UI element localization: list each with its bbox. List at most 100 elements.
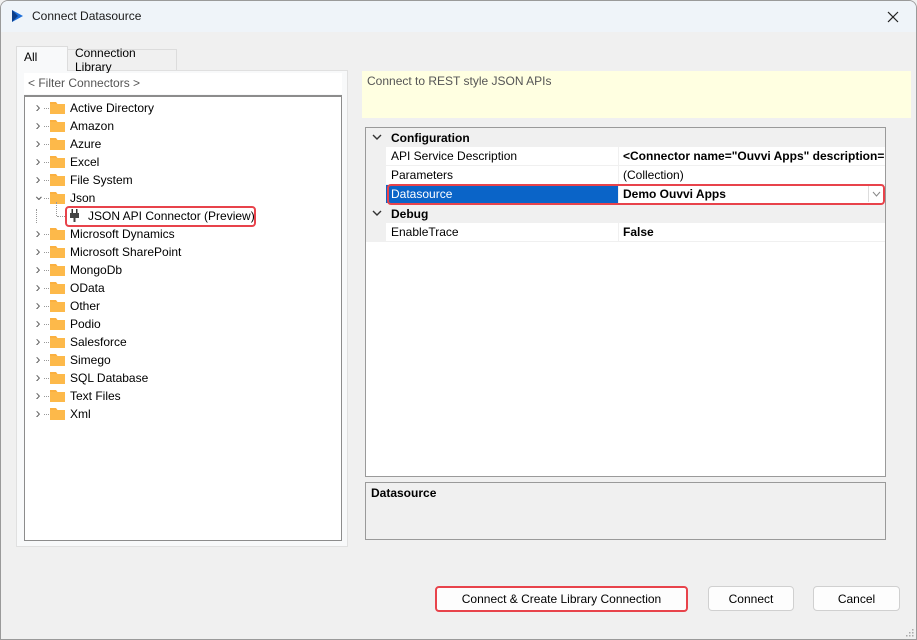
- chevron-right-icon[interactable]: ›: [33, 352, 43, 367]
- chevron-right-icon[interactable]: ›: [33, 334, 43, 349]
- property-name: EnableTrace: [386, 223, 618, 242]
- chevron-right-icon[interactable]: ›: [33, 280, 43, 295]
- property-grid[interactable]: Configuration API Service Description <C…: [365, 127, 886, 477]
- tree-item-label: Json: [70, 191, 96, 205]
- chevron-right-icon[interactable]: ›: [33, 226, 43, 241]
- category-label: Configuration: [391, 130, 470, 145]
- connector-description: Connect to REST style JSON APIs: [362, 71, 911, 118]
- chevron-right-icon[interactable]: ›: [33, 172, 43, 187]
- folder-icon: [50, 390, 65, 402]
- tree-item-label: Xml: [70, 407, 91, 421]
- chevron-right-icon[interactable]: ›: [33, 406, 43, 421]
- tree-item[interactable]: › OData: [25, 279, 341, 297]
- tree-item-label: Podio: [70, 317, 101, 331]
- property-row-parameters[interactable]: Parameters (Collection): [366, 166, 885, 185]
- connect-create-library-button[interactable]: Connect & Create Library Connection: [435, 586, 688, 612]
- property-name: Parameters: [386, 166, 618, 185]
- tree-item[interactable]: › Xml: [25, 405, 341, 423]
- chevron-right-icon[interactable]: ›: [33, 136, 43, 151]
- play-logo-icon: [12, 10, 23, 22]
- tree-item[interactable]: › Excel: [25, 153, 341, 171]
- folder-icon: [50, 102, 65, 114]
- property-row-api-service-description[interactable]: API Service Description <Connector name=…: [366, 147, 885, 166]
- tree-item[interactable]: › Microsoft SharePoint: [25, 243, 341, 261]
- tree-item-label: Simego: [70, 353, 111, 367]
- tree-item[interactable]: › Simego: [25, 351, 341, 369]
- property-value[interactable]: False: [618, 223, 885, 242]
- tree-item[interactable]: › Azure: [25, 135, 341, 153]
- tab-all[interactable]: All: [16, 46, 68, 71]
- connect-button[interactable]: Connect: [708, 586, 794, 611]
- property-name: API Service Description: [386, 147, 618, 166]
- tree-item[interactable]: › Active Directory: [25, 99, 341, 117]
- tree-item[interactable]: › SQL Database: [25, 369, 341, 387]
- tree-item[interactable]: › Other: [25, 297, 341, 315]
- close-icon: [887, 11, 899, 22]
- chevron-right-icon[interactable]: ›: [33, 244, 43, 259]
- folder-icon: [50, 336, 65, 348]
- tab-connection-library[interactable]: Connection Library: [67, 46, 177, 74]
- window-title: Connect Datasource: [32, 9, 142, 23]
- chevron-right-icon[interactable]: ›: [33, 100, 43, 115]
- connect-datasource-dialog: Connect Datasource All Connection Librar…: [0, 0, 917, 640]
- tree-item-label: Salesforce: [70, 335, 127, 349]
- tree-item[interactable]: › Text Files: [25, 387, 341, 405]
- folder-icon: [50, 354, 65, 366]
- folder-icon: [50, 120, 65, 132]
- tree-item-label: Other: [70, 299, 101, 313]
- folder-icon: [50, 318, 65, 330]
- chevron-down-icon[interactable]: [371, 131, 383, 143]
- tree-item[interactable]: ⌄ Json: [25, 188, 341, 207]
- tree-item-label: MongoDb: [70, 263, 123, 277]
- filter-connectors-input[interactable]: [24, 73, 342, 94]
- title-bar: Connect Datasource: [1, 1, 916, 32]
- tree-item-label: SQL Database: [70, 371, 149, 385]
- folder-icon: [50, 174, 65, 186]
- resize-grip-icon[interactable]: [904, 627, 914, 637]
- tree-item-label: Microsoft Dynamics: [70, 227, 175, 241]
- help-title: Datasource: [371, 486, 437, 500]
- tree-item-label: Microsoft SharePoint: [70, 245, 182, 259]
- tree-item-label: Active Directory: [70, 101, 155, 115]
- chevron-down-icon[interactable]: [371, 207, 383, 219]
- datasource-highlight: [387, 184, 885, 205]
- tree-item-label: Azure: [70, 137, 102, 151]
- folder-icon: [50, 408, 65, 420]
- chevron-right-icon[interactable]: ›: [33, 298, 43, 313]
- property-value[interactable]: <Connector name="Ouvvi Apps" description…: [618, 147, 885, 166]
- tree-item-label: Text Files: [70, 389, 121, 403]
- category-label: Debug: [391, 206, 429, 221]
- chevron-right-icon[interactable]: ›: [33, 370, 43, 385]
- category-configuration[interactable]: Configuration: [366, 128, 885, 147]
- category-debug[interactable]: Debug: [366, 204, 885, 223]
- chevron-right-icon[interactable]: ›: [33, 388, 43, 403]
- folder-icon: [50, 246, 65, 258]
- connector-tree[interactable]: › Active Directory › Amazon › Azure › Ex…: [24, 95, 342, 541]
- tree-item[interactable]: › File System: [25, 171, 341, 189]
- tree-item[interactable]: › Podio: [25, 315, 341, 333]
- folder-icon: [50, 282, 65, 294]
- property-row-enabletrace[interactable]: EnableTrace False: [366, 223, 885, 242]
- folder-icon: [50, 300, 65, 312]
- help-pane: Datasource: [365, 482, 886, 540]
- tree-item[interactable]: › Salesforce: [25, 333, 341, 351]
- chevron-right-icon[interactable]: ›: [33, 316, 43, 331]
- selected-connector-highlight: [65, 206, 256, 227]
- tree-item[interactable]: › Amazon: [25, 117, 341, 135]
- folder-icon: [50, 138, 65, 150]
- chevron-right-icon[interactable]: ›: [33, 154, 43, 169]
- property-value[interactable]: (Collection): [618, 166, 885, 185]
- chevron-right-icon[interactable]: ›: [33, 118, 43, 133]
- tree-item[interactable]: › MongoDb: [25, 261, 341, 279]
- tree-item-label: OData: [70, 281, 105, 295]
- folder-icon: [50, 156, 65, 168]
- folder-icon: [50, 372, 65, 384]
- folder-icon: [50, 228, 65, 240]
- tree-item[interactable]: › Microsoft Dynamics: [25, 225, 341, 243]
- chevron-down-icon[interactable]: ⌄: [33, 188, 45, 202]
- cancel-button[interactable]: Cancel: [813, 586, 900, 611]
- chevron-right-icon[interactable]: ›: [33, 262, 43, 277]
- close-button[interactable]: [870, 1, 916, 32]
- folder-icon: [50, 264, 65, 276]
- tree-item-label: File System: [70, 173, 133, 187]
